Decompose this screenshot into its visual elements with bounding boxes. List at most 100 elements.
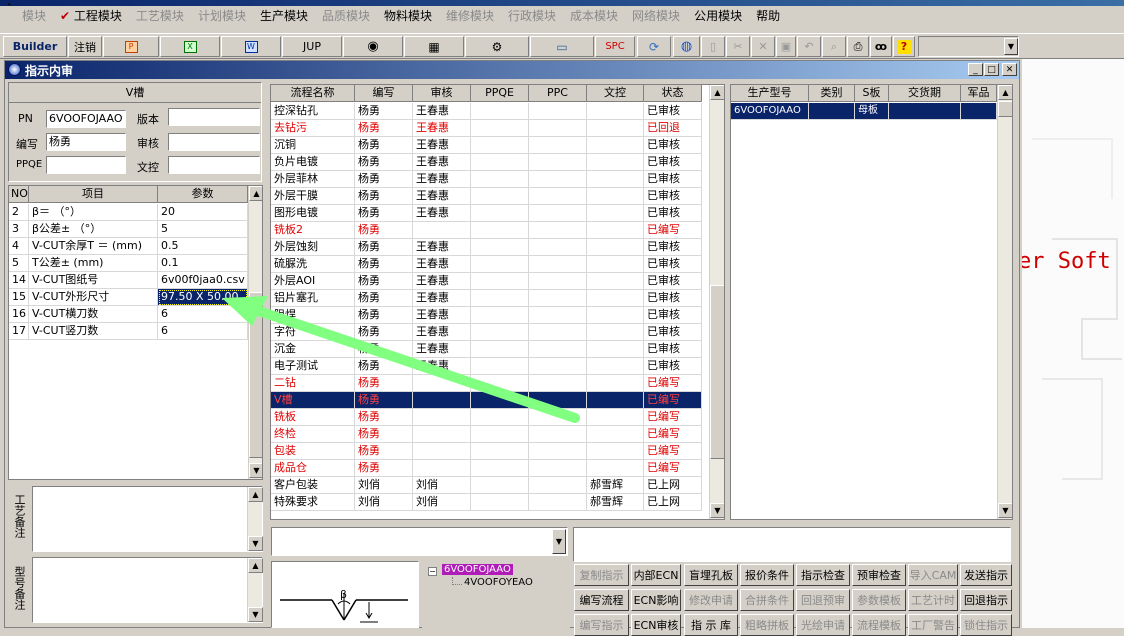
flow-header-4[interactable]: PPC: [529, 85, 587, 102]
computer-button[interactable]: ▭: [530, 36, 594, 57]
model-row[interactable]: 6VOOFOJAAO 母板: [731, 103, 997, 120]
help-button[interactable]: ?: [893, 36, 915, 57]
toolbar-combo[interactable]: ▼: [918, 36, 1019, 57]
undo-button[interactable]: ↶: [797, 36, 821, 57]
scroll-thumb[interactable]: [710, 285, 724, 459]
action-button[interactable]: 回退预审: [796, 589, 850, 611]
action-button[interactable]: 编写指示: [574, 614, 629, 636]
flow-row[interactable]: 外层干膜 杨勇 王春惠 已审核: [271, 188, 702, 205]
menu-production[interactable]: 生产模块: [253, 7, 315, 24]
menu-cost[interactable]: 成本模块: [563, 7, 625, 24]
craft-note-scrollbar[interactable]: ▲ ▼: [247, 487, 263, 551]
param-row[interactable]: 2 β＝ （°） 20: [9, 204, 248, 221]
action-button[interactable]: ECN影响: [631, 589, 681, 611]
version-field[interactable]: [168, 108, 260, 126]
close-button[interactable]: ✕: [1002, 63, 1017, 76]
action-button[interactable]: 修改申请: [684, 589, 738, 611]
action-button[interactable]: 预审检查: [852, 564, 906, 586]
flow-row[interactable]: 特殊要求 刘俏 刘俏 郝雪辉 已上网: [271, 494, 702, 511]
action-button[interactable]: 光绘申请: [796, 614, 850, 636]
review-field[interactable]: [168, 133, 260, 151]
flow-row[interactable]: 客户包装 刘俏 刘俏 郝雪辉 已上网: [271, 477, 702, 494]
flow-combo[interactable]: ▼: [271, 527, 568, 556]
flow-row[interactable]: 铣板2 杨勇 已编写: [271, 222, 702, 239]
print-button[interactable]: ⎙: [847, 36, 869, 57]
action-button[interactable]: 复制指示: [574, 564, 629, 586]
ppqe-field[interactable]: [46, 156, 126, 174]
builder-button[interactable]: Builder: [3, 36, 67, 57]
action-button[interactable]: 发送指示: [960, 564, 1012, 586]
delete-button[interactable]: ✕: [751, 36, 775, 57]
new-button[interactable]: ▯: [701, 36, 725, 57]
word-button[interactable]: W: [221, 36, 281, 57]
tree-child[interactable]: 4VOOFOYEAO: [464, 577, 533, 588]
scroll-up-icon[interactable]: ▲: [710, 85, 724, 100]
action-button[interactable]: 报价条件: [740, 564, 794, 586]
cut-button[interactable]: ✂: [726, 36, 750, 57]
action-button[interactable]: 导入CAM: [908, 564, 958, 586]
action-button[interactable]: 粗略拼板: [740, 614, 794, 636]
action-button[interactable]: 内部ECN: [631, 564, 681, 586]
doc-control-field[interactable]: [168, 156, 260, 174]
scroll-down-icon[interactable]: ▼: [710, 503, 724, 518]
menu-common[interactable]: 公用模块: [687, 7, 749, 24]
param-row[interactable]: 4 V-CUT余厚T ＝ (mm) 0.5: [9, 238, 248, 255]
flow-row[interactable]: 去钻污 杨勇 王春惠 已回退: [271, 120, 702, 137]
scroll-up-icon[interactable]: ▲: [248, 487, 263, 502]
editor-field[interactable]: 杨勇: [46, 133, 126, 151]
scroll-up-icon[interactable]: ▲: [998, 85, 1012, 100]
minimize-button[interactable]: _: [968, 63, 983, 76]
scroll-down-icon[interactable]: ▼: [248, 536, 263, 551]
flow-row[interactable]: 负片电镀 杨勇 王春惠 已审核: [271, 154, 702, 171]
action-button[interactable]: 指 示 库: [684, 614, 738, 636]
action-button[interactable]: 指示检查: [796, 564, 850, 586]
action-button[interactable]: 盲埋孔板: [684, 564, 738, 586]
action-button[interactable]: 合拼条件: [740, 589, 794, 611]
scroll-up-icon[interactable]: ▲: [249, 186, 262, 201]
flow-header-1[interactable]: 编写: [355, 85, 413, 102]
remark-field[interactable]: [573, 527, 1011, 562]
menu-engineering[interactable]: ✔ 工程模块: [53, 7, 129, 24]
action-button[interactable]: ECN审核: [631, 614, 681, 636]
action-button[interactable]: 工厂警告: [908, 614, 958, 636]
model-scrollbar[interactable]: ▲ ▼: [997, 85, 1012, 519]
flow-row[interactable]: 成品仓 杨勇 已编写: [271, 460, 702, 477]
menu-quality[interactable]: 品质模块: [315, 7, 377, 24]
scroll-thumb[interactable]: [998, 101, 1012, 117]
excel-button[interactable]: X: [160, 36, 220, 57]
action-button[interactable]: 参数模板: [852, 589, 906, 611]
menu-plan[interactable]: 计划模块: [191, 7, 253, 24]
flow-header-3[interactable]: PPQE: [471, 85, 529, 102]
pn-field[interactable]: 6VOOFOJAAO: [46, 110, 126, 128]
param-row[interactable]: 5 T公差± (mm) 0.1: [9, 255, 248, 272]
flow-header-0[interactable]: 流程名称: [271, 85, 355, 102]
flow-header-6[interactable]: 状态: [644, 85, 702, 102]
tree-expand-icon[interactable]: −: [428, 567, 437, 576]
menu-maintenance[interactable]: 维修模块: [439, 7, 501, 24]
action-button[interactable]: 工艺计时: [908, 589, 958, 611]
powerpoint-button[interactable]: P: [103, 36, 159, 57]
model-header-1[interactable]: 类别: [809, 85, 855, 102]
flow-row[interactable]: 外层蚀刻 杨勇 王春惠 已审核: [271, 239, 702, 256]
flow-row[interactable]: 沉铜 杨勇 王春惠 已审核: [271, 137, 702, 154]
flow-scrollbar[interactable]: ▲ ▼: [709, 85, 724, 519]
preview-button[interactable]: ⌕: [822, 36, 846, 57]
internet-button[interactable]: ◍: [673, 36, 700, 57]
scroll-down-icon[interactable]: ▼: [998, 503, 1012, 518]
find-button[interactable]: ꝏ: [870, 36, 892, 57]
flow-row[interactable]: 包装 杨勇 已编写: [271, 443, 702, 460]
database-button[interactable]: ▦: [404, 36, 464, 57]
action-button[interactable]: 回退指示: [960, 589, 1012, 611]
flow-row[interactable]: 硫脲洗 杨勇 王春惠 已审核: [271, 256, 702, 273]
menu-craft[interactable]: 工艺模块: [129, 7, 191, 24]
action-button[interactable]: 锁住指示: [960, 614, 1012, 636]
eye-button[interactable]: ◉: [343, 36, 403, 57]
menu-network[interactable]: 网络模块: [625, 7, 687, 24]
action-button[interactable]: 流程模板: [852, 614, 906, 636]
maximize-button[interactable]: □: [984, 63, 999, 76]
menu-module[interactable]: 模块: [0, 7, 53, 24]
flow-row[interactable]: 图形电镀 杨勇 王春惠 已审核: [271, 205, 702, 222]
scroll-up-icon[interactable]: ▲: [248, 558, 263, 573]
model-header-4[interactable]: 军品: [961, 85, 997, 102]
save-button[interactable]: ▣: [776, 36, 796, 57]
